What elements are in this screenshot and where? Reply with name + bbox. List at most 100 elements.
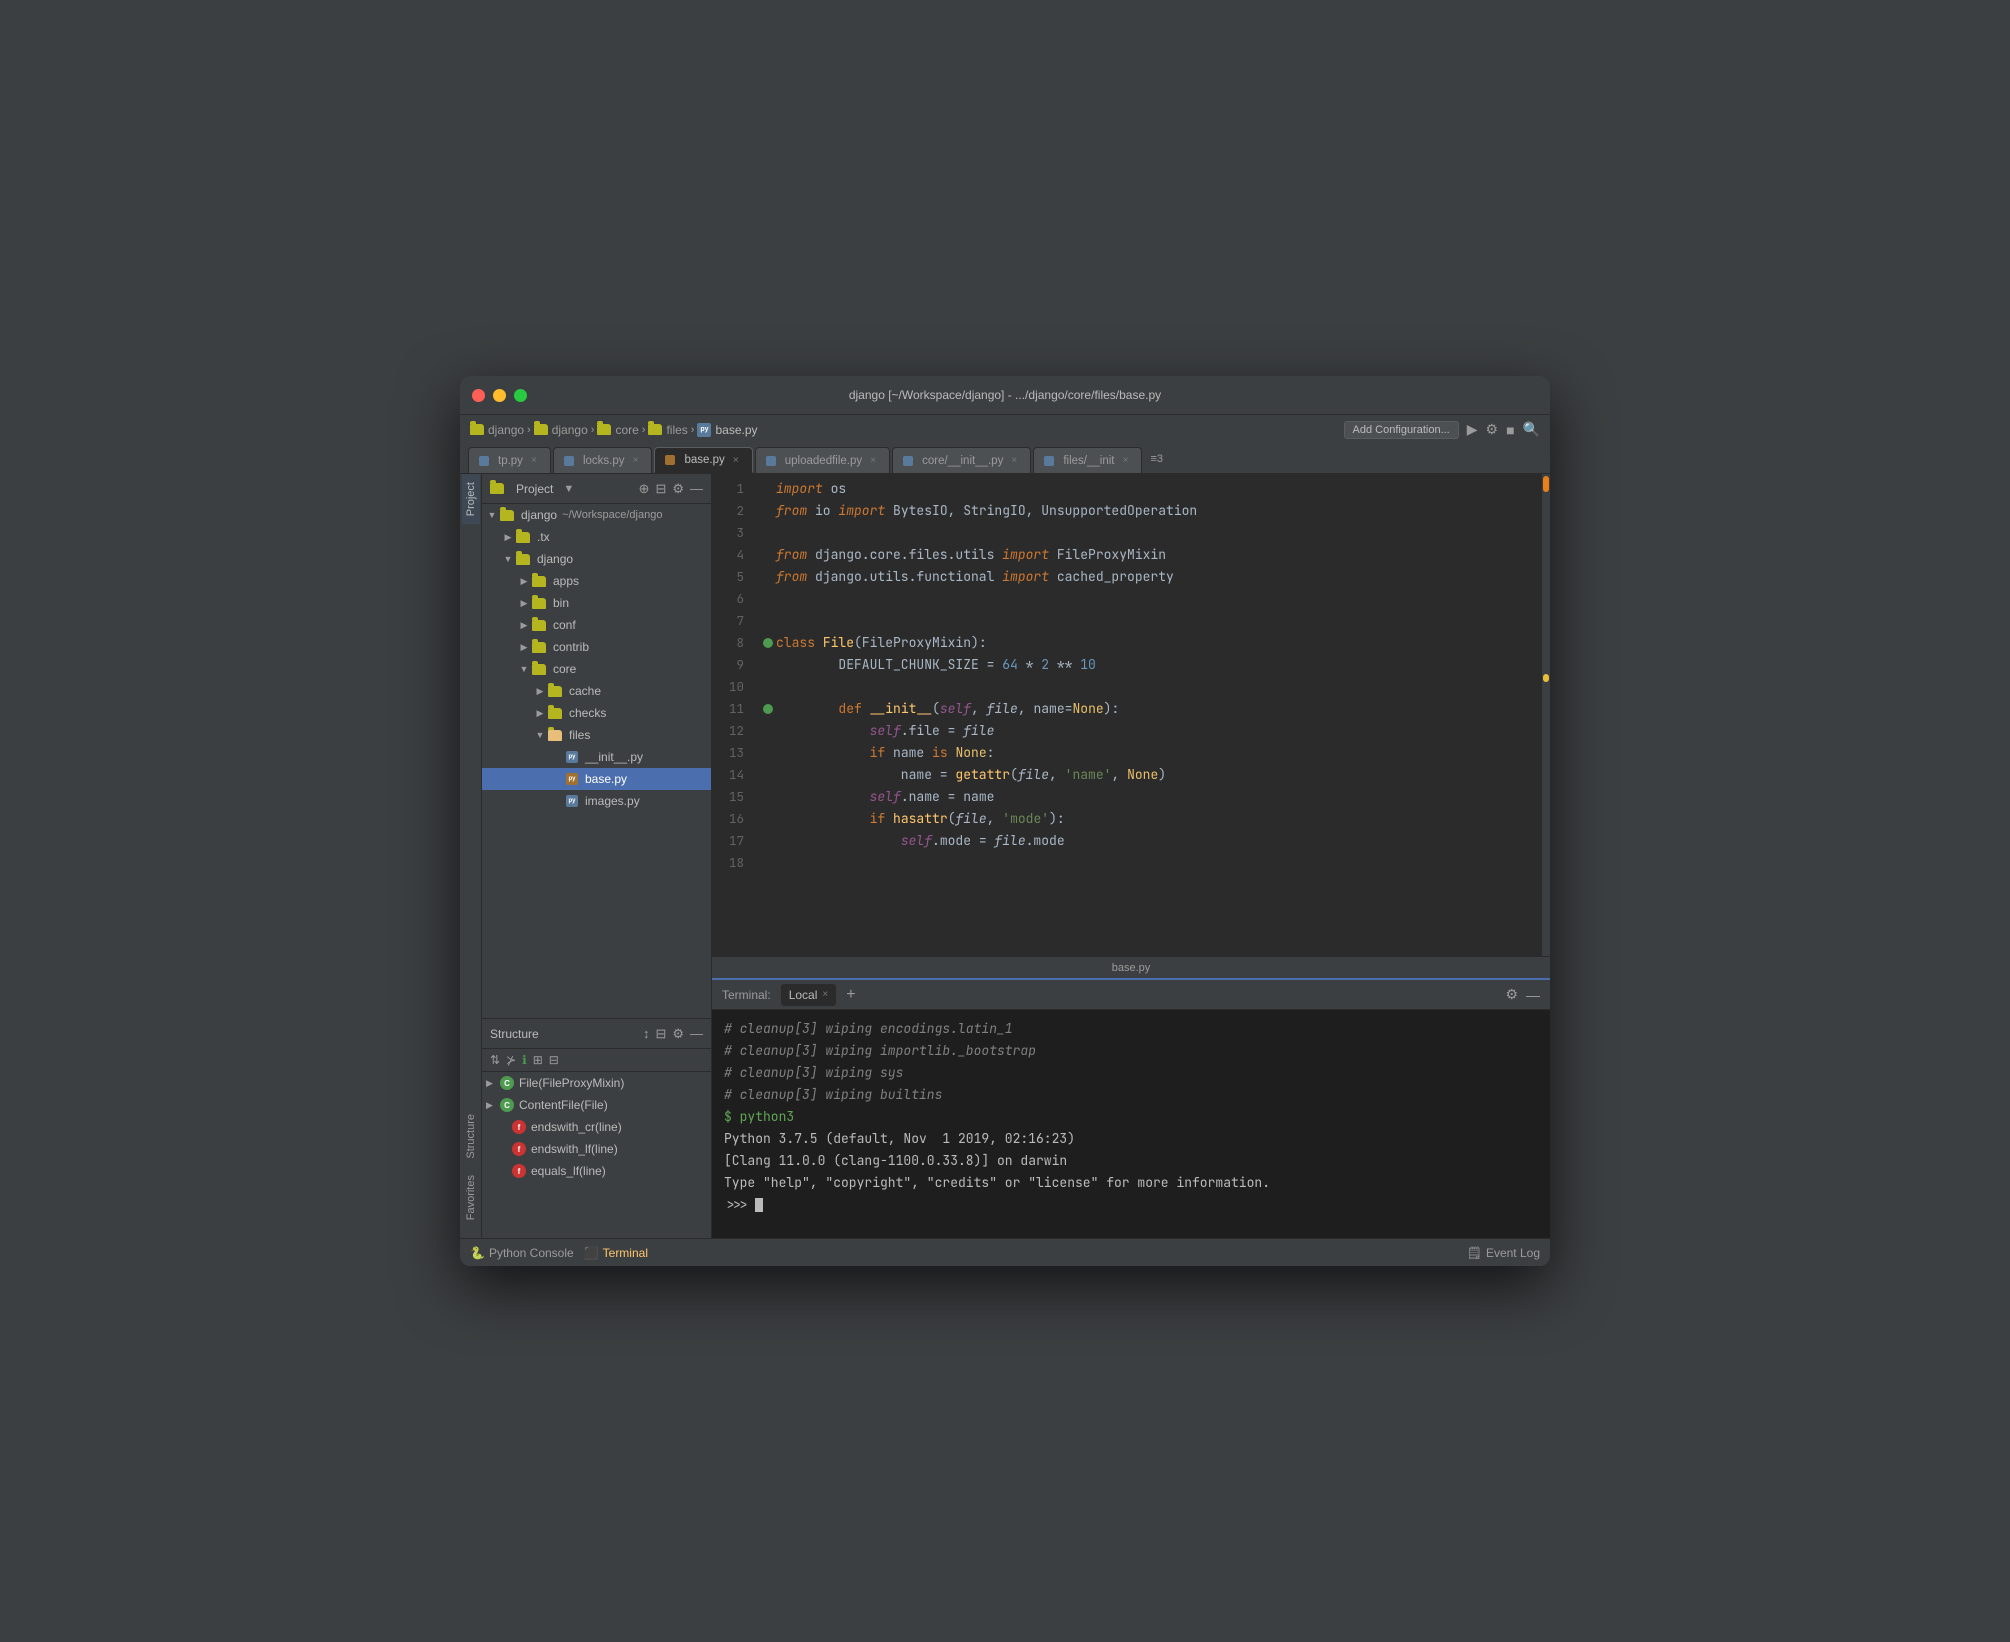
code-editor[interactable]: 1 2 3 4 5 6 7 8 9 10 11 12 13 14 15 16 1 <box>712 474 1550 956</box>
settings-icon[interactable]: ⚙ <box>1486 421 1499 438</box>
code-text-12a <box>776 720 870 742</box>
tab-uploadedfile[interactable]: uploadedfile.py × <box>755 447 890 473</box>
side-tab-structure[interactable]: Structure <box>462 1106 480 1167</box>
breadcrumb-django[interactable]: django <box>470 423 524 437</box>
minimize-button[interactable] <box>493 389 506 402</box>
struct-item-equals-lf[interactable]: f equals_lf(line) <box>482 1160 711 1182</box>
struct-label-file: File(FileProxyMixin) <box>519 1076 624 1090</box>
minimize-icon[interactable]: — <box>690 481 703 496</box>
settings-icon[interactable]: ⚙ <box>672 481 684 497</box>
side-tab-favorites[interactable]: Favorites <box>462 1167 480 1228</box>
code-text-8b: (FileProxyMixin): <box>854 632 987 654</box>
tab-close-coreinit[interactable]: × <box>1008 455 1020 467</box>
tree-item-root[interactable]: ▼ django ~/Workspace/django <box>482 504 711 526</box>
sort-icon[interactable]: ⇅ <box>490 1053 500 1067</box>
tab-file-icon-3 <box>665 455 675 465</box>
tree-item-contrib[interactable]: ▶ contrib <box>482 636 711 658</box>
tree-item-conf[interactable]: ▶ conf <box>482 614 711 636</box>
sidebar-title: Project <box>516 482 553 496</box>
struct-item-endswith-lf[interactable]: f endswith_lf(line) <box>482 1138 711 1160</box>
sidebar-dropdown[interactable]: ▼ <box>563 483 574 495</box>
tree-label-basepy-selected: base.py <box>585 772 627 786</box>
sort-type-icon[interactable]: ⊟ <box>655 1026 666 1042</box>
breadcrumb-sep3: › <box>642 424 646 436</box>
breadcrumb-django2[interactable]: django <box>534 423 588 437</box>
tab-basepy[interactable]: base.py × <box>654 447 752 473</box>
tree-item-cache[interactable]: ▶ cache <box>482 680 711 702</box>
struct-item-file[interactable]: ▶ C File(FileProxyMixin) <box>482 1072 711 1094</box>
struct-chevron-file: ▶ <box>486 1078 498 1089</box>
stop-icon[interactable]: ■ <box>1506 422 1514 438</box>
editor-scrollbar[interactable] <box>1542 474 1550 956</box>
structure-settings-icon[interactable]: ⚙ <box>672 1026 684 1042</box>
tab-filesinit[interactable]: files/__init × <box>1033 447 1142 473</box>
tree-item-tx[interactable]: ▶ .tx <box>482 526 711 548</box>
tree-item-core[interactable]: ▼ core <box>482 658 711 680</box>
terminal-tab-local[interactable]: Local × <box>781 984 837 1006</box>
run-icon[interactable]: ▶ <box>1467 421 1478 438</box>
tree-item-files[interactable]: ▼ files <box>482 724 711 746</box>
structure-minimize-icon[interactable]: — <box>690 1026 703 1042</box>
tab-close-filesinit[interactable]: × <box>1119 455 1131 467</box>
tabs-overflow[interactable]: ≡3 <box>1144 453 1169 465</box>
terminal-tab-name: Local <box>789 988 818 1002</box>
kw-is-13: is <box>932 742 948 764</box>
tab-tppy[interactable]: tp.py × <box>468 447 551 473</box>
tab-coreinit[interactable]: core/__init__.py × <box>892 447 1031 473</box>
side-tab-project[interactable]: Project <box>462 474 480 524</box>
sort-alpha-icon[interactable]: ↕ <box>643 1026 650 1042</box>
tree-item-imagespy[interactable]: py images.py <box>482 790 711 812</box>
tab-lockspy[interactable]: locks.py × <box>553 447 653 473</box>
breadcrumb-basepy[interactable]: py base.py <box>697 423 757 437</box>
code-text-14e: ) <box>1158 764 1166 786</box>
breadcrumb-files[interactable]: files <box>648 423 687 437</box>
terminal-settings-icon[interactable]: ⚙ <box>1505 986 1518 1003</box>
tree-label-contrib: contrib <box>553 640 589 654</box>
hierarchy-icon[interactable]: ⊟ <box>549 1053 559 1067</box>
expand-icon[interactable]: ⊞ <box>533 1053 543 1067</box>
breakpoint-11[interactable] <box>763 704 773 714</box>
terminal-add-button[interactable]: + <box>846 986 855 1004</box>
tree-item-bin[interactable]: ▶ bin <box>482 592 711 614</box>
code-content[interactable]: import os from io import BytesIO, String… <box>752 474 1542 956</box>
python-console-tab[interactable]: 🐍 Python Console <box>470 1246 574 1260</box>
info-icon[interactable]: ℹ <box>522 1053 527 1067</box>
sidebar-toolbar: Project ▼ ⊕ ⊟ ⚙ — <box>482 474 711 504</box>
filter-icon[interactable]: ⊁ <box>506 1053 516 1067</box>
terminal-bottom-tab[interactable]: ⬛ Terminal <box>584 1246 648 1260</box>
code-line-3 <box>760 522 1534 544</box>
tab-close-lockspy[interactable]: × <box>629 455 641 467</box>
struct-badge-class: C <box>500 1076 514 1090</box>
kw-none-13: None <box>955 742 986 764</box>
add-configuration-button[interactable]: Add Configuration... <box>1344 421 1459 439</box>
func-init-11: __init__ <box>870 698 932 720</box>
code-line-6 <box>760 588 1534 610</box>
breakpoint-8[interactable] <box>763 638 773 648</box>
search-icon[interactable]: 🔍 <box>1523 421 1540 438</box>
close-button[interactable] <box>472 389 485 402</box>
terminal-close-icon[interactable]: × <box>822 989 828 1000</box>
tree-label-root: django <box>521 508 557 522</box>
bottom-bar-right[interactable]: 🗒 Event Log <box>1467 1246 1540 1260</box>
struct-item-contentfile[interactable]: ▶ C ContentFile(File) <box>482 1094 711 1116</box>
locate-icon[interactable]: ⊕ <box>639 481 650 497</box>
tree-item-init[interactable]: py __init__.py <box>482 746 711 768</box>
tree-item-checks[interactable]: ▶ checks <box>482 702 711 724</box>
tab-close-basepy[interactable]: × <box>730 454 742 466</box>
terminal-minimize-icon[interactable]: — <box>1526 987 1540 1003</box>
code-text-13b: name <box>885 742 932 764</box>
collapse-icon[interactable]: ⊟ <box>655 481 666 497</box>
main-content: Project Structure Favorites Project ▼ ⊕ … <box>460 474 1550 1238</box>
breadcrumb-core[interactable]: core <box>597 423 638 437</box>
folder-icon-3 <box>597 424 611 435</box>
tab-close-tppy[interactable]: × <box>528 455 540 467</box>
code-text-11a <box>776 698 838 720</box>
breadcrumb-label-basepy: base.py <box>715 423 757 437</box>
maximize-button[interactable] <box>514 389 527 402</box>
tab-close-uploadedfile[interactable]: × <box>867 455 879 467</box>
tree-item-django[interactable]: ▼ django <box>482 548 711 570</box>
breadcrumb-label-files: files <box>666 423 687 437</box>
tree-item-apps[interactable]: ▶ apps <box>482 570 711 592</box>
struct-item-endswith-cr[interactable]: f endswith_cr(line) <box>482 1116 711 1138</box>
tree-item-basepy[interactable]: py base.py <box>482 768 711 790</box>
